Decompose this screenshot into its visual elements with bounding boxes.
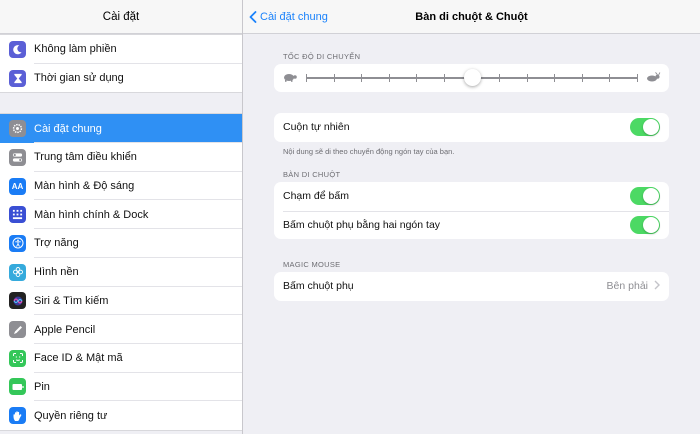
slider-tick xyxy=(388,74,390,82)
sidebar-item-label: Quyền riêng tư xyxy=(34,409,108,422)
section-label-speed: TỐC ĐỘ DI CHUYỂN xyxy=(283,52,361,61)
sidebar-item-privacy[interactable]: Quyền riêng tư xyxy=(0,401,242,430)
rabbit-icon xyxy=(645,69,661,87)
slider-tick xyxy=(361,74,363,82)
magic-mouse-card: Bấm chuột phụ Bên phải xyxy=(274,272,669,301)
sidebar-item-label: Apple Pencil xyxy=(34,323,96,336)
sidebar-item-home-screen-dock[interactable]: Màn hình chính & Dock xyxy=(0,200,242,229)
sidebar-item-apple-pencil[interactable]: Apple Pencil xyxy=(0,315,242,344)
sidebar-item-face-id-passcode[interactable]: Face ID & Mật mã xyxy=(0,344,242,373)
tap-to-click-label: Chạm để bấm xyxy=(283,190,349,203)
sidebar-item-general[interactable]: Cài đặt chung xyxy=(0,114,242,144)
two-finger-click-toggle[interactable] xyxy=(630,215,660,234)
battery-icon xyxy=(9,378,26,396)
sidebar-item-label: Màn hình & Độ sáng xyxy=(34,180,135,193)
toggle-knob xyxy=(643,216,659,233)
gear-icon xyxy=(9,120,26,138)
sidebar-group-1: Không làm phiền Thời gian sử dụng xyxy=(0,34,242,94)
section-label-trackpad: BÀN DI CHUỘT xyxy=(283,170,341,179)
flower-icon xyxy=(9,263,26,281)
switches-icon xyxy=(9,148,26,166)
section-label-magic-mouse: MAGIC MOUSE xyxy=(283,260,341,269)
toggle-knob xyxy=(643,188,659,205)
slider-tick xyxy=(581,74,583,82)
sidebar-item-label: Hình nền xyxy=(34,266,79,279)
natural-scroll-toggle[interactable] xyxy=(630,118,660,137)
sidebar-item-screen-time[interactable]: Thời gian sử dụng xyxy=(0,64,242,93)
speed-slider[interactable] xyxy=(306,69,638,86)
nav-bar: Cài đặt chung Bàn di chuột & Chuột xyxy=(243,0,700,34)
tap-to-click-toggle[interactable] xyxy=(630,187,660,206)
slider-tick xyxy=(609,74,611,82)
chevron-right-icon xyxy=(654,279,660,293)
text-size-icon: AA xyxy=(9,177,26,195)
two-finger-click-label: Bấm chuột phụ bằng hai ngón tay xyxy=(283,218,441,231)
sidebar-item-wallpaper[interactable]: Hình nền xyxy=(0,258,242,287)
sidebar-item-label: Không làm phiền xyxy=(34,43,117,56)
accessibility-icon xyxy=(9,234,26,252)
secondary-click-label: Bấm chuột phụ xyxy=(283,280,354,293)
sidebar-item-label: Siri & Tìm kiếm xyxy=(34,294,109,307)
natural-scroll-card: Cuộn tự nhiên xyxy=(274,113,669,142)
sidebar: Cài đặt Không làm phiền Thời gian sử dụn… xyxy=(0,0,243,434)
speed-slider-thumb[interactable] xyxy=(463,69,481,86)
sidebar-item-label: Thời gian sử dụng xyxy=(34,72,124,85)
sidebar-item-label: Face ID & Mật mã xyxy=(34,352,123,365)
secondary-click-row[interactable]: Bấm chuột phụ Bên phải xyxy=(274,272,669,301)
detail-pane: Cài đặt chung Bàn di chuột & Chuột TỐC Đ… xyxy=(243,0,700,434)
slider-tick xyxy=(499,74,501,82)
slider-tick xyxy=(637,74,638,82)
back-label: Cài đặt chung xyxy=(260,10,328,23)
secondary-click-value: Bên phải xyxy=(606,280,648,293)
pencil-icon xyxy=(9,321,26,339)
slider-tick xyxy=(306,74,307,82)
slider-tick xyxy=(333,74,335,82)
sidebar-title: Cài đặt xyxy=(0,0,242,34)
moon-icon xyxy=(9,40,26,58)
natural-scroll-row: Cuộn tự nhiên xyxy=(274,113,669,142)
sidebar-item-do-not-disturb[interactable]: Không làm phiền xyxy=(0,35,242,64)
speed-slider-row xyxy=(274,64,669,92)
sidebar-item-label: Màn hình chính & Dock xyxy=(34,208,149,221)
siri-icon xyxy=(9,292,26,310)
hourglass-icon xyxy=(9,69,26,87)
trackpad-card: Chạm để bấm Bấm chuột phụ bằng hai ngón … xyxy=(274,182,669,239)
back-button[interactable]: Cài đặt chung xyxy=(249,11,328,23)
turtle-icon xyxy=(282,69,298,87)
slider-tick xyxy=(526,74,528,82)
sidebar-item-label: Cài đặt chung xyxy=(34,122,102,135)
slider-tick xyxy=(443,74,445,82)
natural-scroll-label: Cuộn tự nhiên xyxy=(283,121,350,134)
sidebar-item-control-center[interactable]: Trung tâm điều khiển xyxy=(0,143,242,172)
sidebar-item-label: Pin xyxy=(34,380,50,393)
slider-tick xyxy=(554,74,556,82)
speed-card xyxy=(274,64,669,92)
slider-tick xyxy=(416,74,418,82)
face-id-icon xyxy=(9,349,26,367)
toggle-knob xyxy=(643,119,659,136)
sidebar-group-2: Cài đặt chung Trung tâm điều khiển AA Mà… xyxy=(0,113,242,431)
sidebar-item-display-brightness[interactable]: AA Màn hình & Độ sáng xyxy=(0,172,242,201)
natural-scroll-footnote: Nội dung sẽ di theo chuyển động ngón tay… xyxy=(283,147,455,156)
chevron-left-icon xyxy=(249,10,257,23)
sidebar-item-siri-search[interactable]: Siri & Tìm kiếm xyxy=(0,287,242,316)
hand-icon xyxy=(9,407,26,425)
tap-to-click-row: Chạm để bấm xyxy=(274,182,669,211)
sidebar-item-label: Trợ năng xyxy=(34,237,79,250)
sidebar-item-battery[interactable]: Pin xyxy=(0,373,242,402)
sidebar-item-label: Trung tâm điều khiển xyxy=(34,151,137,164)
sidebar-item-accessibility[interactable]: Trợ năng xyxy=(0,229,242,258)
grid-icon xyxy=(9,206,26,224)
two-finger-click-row: Bấm chuột phụ bằng hai ngón tay xyxy=(274,210,669,240)
